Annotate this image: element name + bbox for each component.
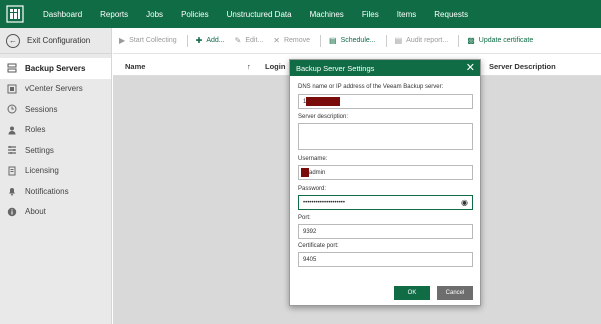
- certificate-port-value: 9405: [303, 256, 317, 263]
- licensing-icon: [7, 166, 17, 176]
- pencil-icon: ✎: [234, 36, 242, 45]
- certificate-port-label: Certificate port:: [298, 243, 339, 249]
- edit-button[interactable]: ✎ Edit...: [235, 36, 264, 45]
- password-label: Password:: [298, 186, 327, 192]
- dns-input[interactable]: 1: [298, 94, 473, 109]
- sidebar-item-licensing[interactable]: Licensing: [0, 161, 111, 182]
- sidebar-item-settings[interactable]: Settings: [0, 140, 111, 161]
- column-header-server-description[interactable]: Server Description: [489, 62, 556, 71]
- cancel-button[interactable]: Cancel: [437, 286, 473, 300]
- vcenter-icon: [7, 84, 17, 94]
- server-description-input[interactable]: [298, 123, 473, 150]
- sidebar-item-label: vCenter Servers: [25, 84, 83, 94]
- exit-configuration-label: Exit Configuration: [27, 36, 91, 45]
- backup-server-settings-dialog: Backup Server Settings ✕ DNS name or IP …: [289, 59, 481, 306]
- schedule-label: Schedule...: [340, 37, 376, 44]
- veeam-logo-icon[interactable]: [4, 3, 26, 25]
- username-label: Username:: [298, 156, 328, 162]
- show-password-eye-icon[interactable]: ◉: [461, 198, 468, 207]
- audit-report-label: Audit report...: [406, 37, 449, 44]
- sidebar-item-label: About: [25, 207, 46, 217]
- remove-label: Remove: [283, 37, 311, 44]
- certificate-icon: ▩: [467, 36, 475, 45]
- schedule-button[interactable]: ▤ Schedule...: [329, 36, 376, 45]
- sidebar-item-vcenter-servers[interactable]: vCenter Servers: [0, 79, 111, 100]
- username-input[interactable]: admin: [298, 165, 473, 180]
- password-value: ••••••••••••••••••••: [303, 199, 346, 206]
- start-collecting-label: Start Collecting: [129, 37, 177, 44]
- port-input[interactable]: 9392: [298, 224, 473, 239]
- edit-label: Edit...: [245, 37, 264, 44]
- sidebar-menu: Backup Servers vCenter Servers Sessions …: [0, 58, 111, 222]
- sidebar-item-sessions[interactable]: Sessions: [0, 99, 111, 120]
- sidebar-item-label: Notifications: [25, 186, 69, 196]
- dns-label: DNS name or IP address of the Veeam Back…: [298, 84, 444, 90]
- nav-policies[interactable]: Policies: [172, 0, 218, 28]
- nav-machines[interactable]: Machines: [301, 0, 353, 28]
- sidebar-item-label: Backup Servers: [25, 63, 86, 73]
- play-icon: ▶: [119, 36, 126, 45]
- close-icon[interactable]: ✕: [466, 61, 475, 74]
- add-server-icon: ✚: [195, 36, 203, 45]
- configuration-sidebar: ← Exit Configuration Backup Servers vCen…: [0, 28, 112, 324]
- sidebar-item-label: Roles: [25, 125, 46, 135]
- remove-icon: ✕: [273, 36, 280, 45]
- toolbar: ▶ Start Collecting ✚ Add... ✎ Edit... ✕ …: [113, 28, 601, 54]
- sort-ascending-icon[interactable]: ↑: [247, 62, 251, 71]
- calendar-icon: ▤: [329, 36, 337, 45]
- dialog-title: Backup Server Settings: [296, 63, 375, 73]
- column-header-name[interactable]: Name: [125, 62, 145, 71]
- nav-requests[interactable]: Requests: [425, 0, 477, 28]
- exit-configuration-button[interactable]: ← Exit Configuration: [0, 28, 111, 54]
- update-certificate-button[interactable]: ▩ Update certificate: [467, 36, 533, 45]
- start-collecting-button[interactable]: ▶ Start Collecting: [119, 36, 177, 45]
- remove-button[interactable]: ✕ Remove: [273, 36, 310, 45]
- update-certificate-label: Update certificate: [478, 37, 534, 44]
- nav-items[interactable]: Items: [388, 0, 426, 28]
- add-label: Add...: [206, 37, 225, 44]
- username-value: admin: [309, 169, 326, 176]
- nav-reports[interactable]: Reports: [91, 0, 137, 28]
- nav-jobs[interactable]: Jobs: [137, 0, 172, 28]
- port-label: Port:: [298, 215, 311, 221]
- about-icon: [7, 207, 17, 217]
- sidebar-item-roles[interactable]: Roles: [0, 120, 111, 141]
- toolbar-divider: [385, 34, 387, 47]
- sidebar-item-about[interactable]: About: [0, 202, 111, 223]
- backup-server-icon: [7, 63, 17, 73]
- sidebar-item-label: Sessions: [25, 104, 58, 114]
- report-icon: ▤: [394, 36, 403, 45]
- ok-button[interactable]: OK: [394, 286, 430, 300]
- settings-icon: [7, 145, 17, 155]
- sidebar-item-backup-servers[interactable]: Backup Servers: [0, 58, 111, 79]
- nav-files[interactable]: Files: [353, 0, 388, 28]
- dialog-title-bar: Backup Server Settings ✕: [290, 60, 480, 76]
- roles-icon: [7, 125, 17, 135]
- toolbar-divider: [458, 34, 460, 47]
- sidebar-item-label: Licensing: [25, 166, 59, 176]
- top-navigation: Dashboard Reports Jobs Policies Unstruct…: [0, 0, 601, 28]
- password-input[interactable]: •••••••••••••••••••• ◉: [298, 195, 473, 210]
- redaction-mark: [306, 97, 341, 106]
- certificate-port-input[interactable]: 9405: [298, 252, 473, 267]
- nav-unstructured-data[interactable]: Unstructured Data: [218, 0, 301, 28]
- column-header-login[interactable]: Login: [265, 62, 285, 71]
- add-button[interactable]: ✚ Add...: [196, 36, 225, 45]
- server-description-label: Server description:: [298, 114, 349, 120]
- sidebar-item-notifications[interactable]: Notifications: [0, 181, 111, 202]
- toolbar-divider: [186, 34, 188, 47]
- port-value: 9392: [303, 228, 317, 235]
- toolbar-divider: [320, 34, 322, 47]
- sidebar-item-label: Settings: [25, 145, 54, 155]
- sessions-icon: [7, 104, 17, 114]
- redaction-mark: [301, 168, 309, 177]
- back-arrow-icon: ←: [6, 33, 20, 48]
- nav-dashboard[interactable]: Dashboard: [34, 0, 91, 28]
- audit-report-button[interactable]: ▤ Audit report...: [395, 36, 449, 45]
- notifications-icon: [7, 186, 17, 196]
